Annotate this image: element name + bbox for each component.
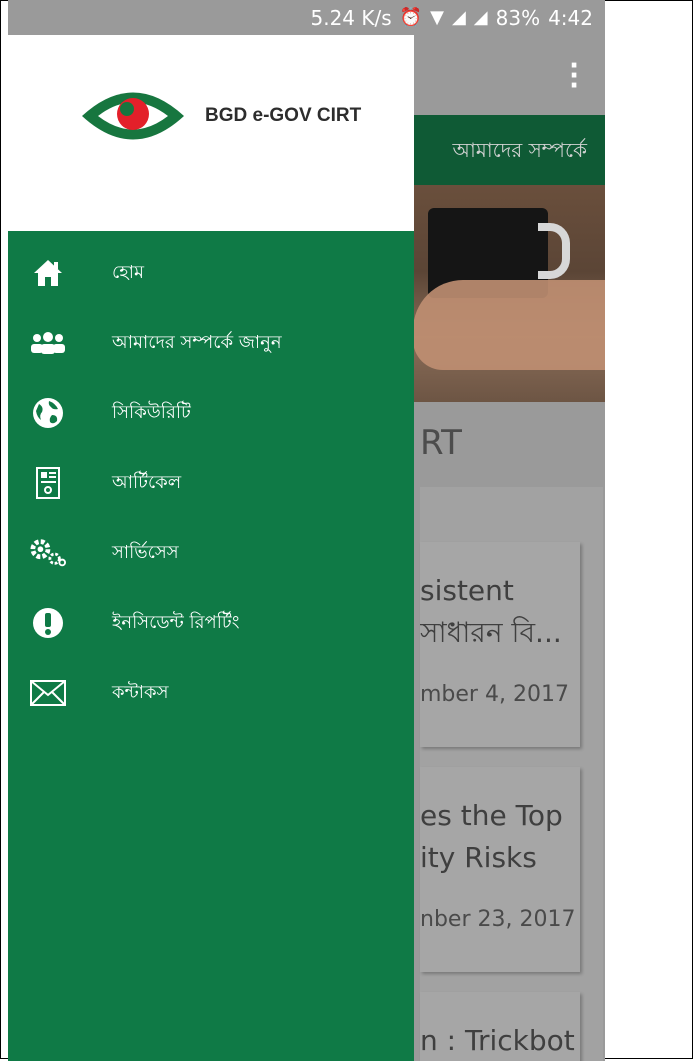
signal-icon: ◢ (473, 7, 488, 28)
navigation-drawer: BGD e-GOV CIRT হোম আমাদের সম্পর্কে জানুন… (8, 35, 414, 1061)
home-icon (30, 255, 66, 291)
menu-item-label: সার্ভিসেস (112, 541, 179, 563)
article-card[interactable]: sistent সাধারন বি... mber 4, 2017 (420, 542, 580, 747)
signal-icon: ◢ (451, 7, 466, 28)
eye-logo-icon (82, 92, 184, 140)
section-heading: RT (420, 423, 462, 463)
article-card[interactable]: n : Trickbot (420, 992, 580, 1061)
status-bar: 5.24 K/s ⏰ ▼ ◢ ◢ 83% 4:42 (8, 0, 605, 35)
menu-item-label: সিকিউরিটি (112, 401, 191, 423)
article-date: mber 4, 2017 (420, 682, 569, 707)
menu-item-label: হোম (112, 261, 144, 283)
logo-text: BGD e-GOV CIRT (205, 105, 362, 126)
network-speed: 5.24 K/s (310, 5, 392, 30)
menu-item-label: কন্টাকস (112, 681, 169, 703)
hero-hand (413, 280, 605, 370)
article-list: sistent সাধারন বি... mber 4, 2017 es the… (420, 487, 603, 1061)
gears-icon (30, 535, 66, 571)
drawer-header: BGD e-GOV CIRT (8, 35, 414, 231)
article-card[interactable]: es the Top ity Risks nber 23, 2017 (420, 767, 580, 972)
menu-item-label: আমাদের সম্পর্কে জানুন (112, 331, 282, 353)
globe-icon (30, 395, 66, 431)
menu-item-about[interactable]: আমাদের সম্পর্কে জানুন (8, 313, 414, 373)
overflow-menu-icon[interactable]: · · · (569, 53, 579, 99)
menu-item-article[interactable]: আর্টিকেল (8, 453, 414, 513)
wifi-icon: ▼ (430, 7, 444, 28)
alarm-icon: ⏰ (399, 7, 423, 28)
group-icon (30, 325, 66, 361)
clock: 4:42 (548, 5, 593, 30)
menu-item-home[interactable]: হোম (8, 243, 414, 303)
article-title: sistent সাধারন বি... (420, 574, 562, 649)
menu-item-incident-reporting[interactable]: ইনসিডেন্ট রিপর্টিং (8, 593, 414, 653)
hero-mug-handle (538, 223, 570, 279)
menu-item-contacts[interactable]: কন্টাকস (8, 663, 414, 723)
menu-item-label: আর্টিকেল (112, 471, 182, 493)
article-title: n : Trickbot (420, 1024, 575, 1057)
mail-icon (30, 675, 66, 711)
battery-level: 83% (495, 5, 541, 30)
menu-item-security[interactable]: সিকিউরিটি (8, 383, 414, 443)
menu-item-services[interactable]: সার্ভিসেস (8, 523, 414, 583)
drawer-menu: হোম আমাদের সম্পর্কে জানুন সিকিউরিটি আর্ট… (8, 231, 414, 1061)
tab-about-us[interactable]: আমাদের সম্পর্কে (452, 136, 587, 169)
article-icon (30, 465, 66, 501)
menu-item-label: ইনসিডেন্ট রিপর্টিং (112, 611, 240, 633)
article-date: nber 23, 2017 (420, 907, 576, 932)
article-title: es the Top ity Risks (420, 799, 563, 874)
alert-icon (30, 605, 66, 641)
